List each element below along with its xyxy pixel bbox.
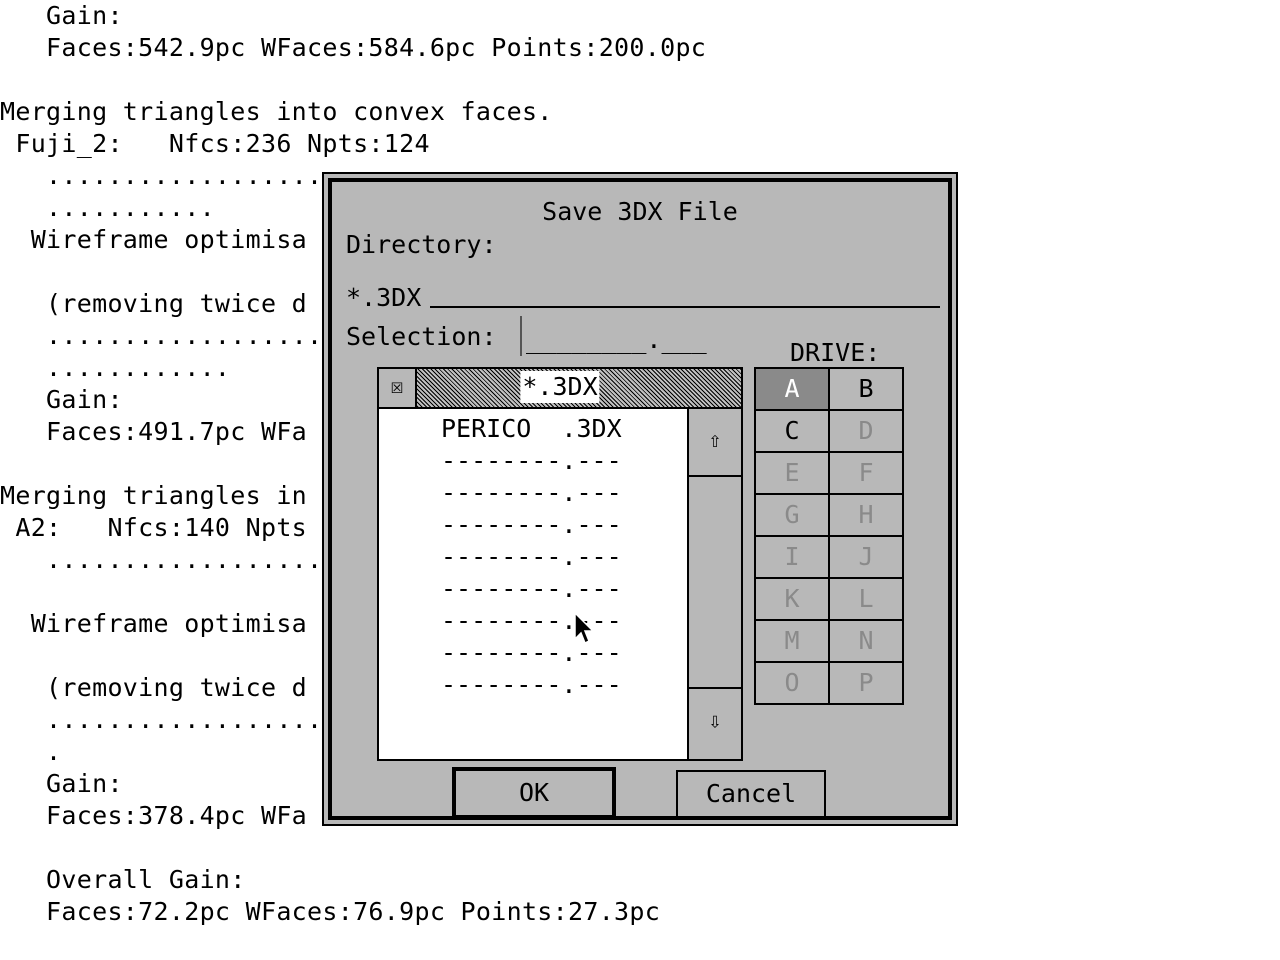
console-line: . [0,737,62,766]
scroll-up-arrow-icon[interactable]: ⇧ [687,409,741,477]
console-line: .................. [0,545,323,574]
empty-file-slot[interactable]: --------.--- [441,445,701,477]
empty-file-slot[interactable]: --------.--- [441,573,701,605]
drive-button-f: F [830,453,902,493]
ok-button[interactable]: OK [452,767,616,819]
selection-label: Selection: [346,322,497,351]
drive-button-j: J [830,537,902,577]
directory-field[interactable]: *.3DX [346,282,421,314]
directory-underline [430,306,940,308]
cancel-button[interactable]: Cancel [676,770,826,818]
console-line: Faces:72.2pc WFaces:76.9pc Points:27.3pc [0,897,661,926]
text-cursor [520,316,522,356]
drive-button-k: K [756,579,828,619]
drive-button-a[interactable]: A [756,369,828,409]
console-line: ............ [0,353,231,382]
console-line: Fuji_2: Nfcs:236 Npts:124 [0,129,430,158]
console-line: A2: Nfcs:140 Npts [0,513,308,542]
console-line: (removing twice d [0,673,308,702]
mouse-pointer-icon [574,612,594,645]
console-line: .................. [0,161,323,190]
drive-button-h: H [830,495,902,535]
scrollbar-track[interactable] [687,477,741,687]
scroll-down-arrow-icon[interactable]: ⇩ [687,687,741,759]
console-line: Gain: [0,1,123,30]
drive-button-m: M [756,621,828,661]
drive-button-o: O [756,663,828,703]
save-3dx-dialog: Save 3DX File Directory: *.3DX Selection… [322,172,958,826]
empty-file-slot[interactable]: --------.--- [441,605,701,637]
empty-file-slot[interactable]: --------.--- [441,669,701,701]
console-line: Merging triangles in [0,481,308,510]
console-line: (removing twice d [0,289,308,318]
console-line: Gain: [0,769,123,798]
empty-file-slot[interactable]: --------.--- [441,477,701,509]
drive-button-b[interactable]: B [830,369,902,409]
empty-file-slot[interactable]: --------.--- [441,509,701,541]
file-item-perico[interactable]: PERICO .3DX [441,413,701,445]
file-list-title-bar[interactable]: ☒ *.3DX [379,369,741,409]
console-line: Faces:491.7pc WFa [0,417,308,446]
console-line: .................. [0,705,323,734]
drive-button-l: L [830,579,902,619]
console-line: Wireframe optimisa [0,609,308,638]
drive-selector: ABCDEFGHIJKLMNOP [754,367,904,705]
close-icon[interactable]: ☒ [379,369,417,407]
file-list-rows: PERICO .3DX --------.--- --------.--- -----… [441,413,701,701]
console-line: Overall Gain: [0,865,246,894]
console-line: Wireframe optimisa [0,225,308,254]
selection-field[interactable]: ________.___ [526,324,707,356]
dialog-title: Save 3DX File [542,197,738,226]
console-line: Gain: [0,385,123,414]
console-line: Faces:542.9pc WFaces:584.6pc Points:200.… [0,33,707,62]
drive-label: DRIVE: [790,338,881,367]
drive-button-g: G [756,495,828,535]
console-line: Merging triangles into convex faces. [0,97,553,126]
drive-button-i: I [756,537,828,577]
drive-button-n: N [830,621,902,661]
console-line: ........... [0,193,215,222]
empty-file-slot[interactable]: --------.--- [441,541,701,573]
drive-button-p: P [830,663,902,703]
drive-button-e: E [756,453,828,493]
console-line: Faces:378.4pc WFa [0,801,308,830]
dialog-frame: Save 3DX File Directory: *.3DX Selection… [328,178,952,820]
drive-button-c[interactable]: C [756,411,828,451]
file-filter-label: *.3DX [520,371,600,403]
empty-file-slot[interactable]: --------.--- [441,637,701,669]
drive-button-d: D [830,411,902,451]
directory-label: Directory: [346,230,497,259]
console-line: .................. [0,321,323,350]
file-list-window: ☒ *.3DX PERICO .3DX --------.--- --------.… [377,367,743,761]
